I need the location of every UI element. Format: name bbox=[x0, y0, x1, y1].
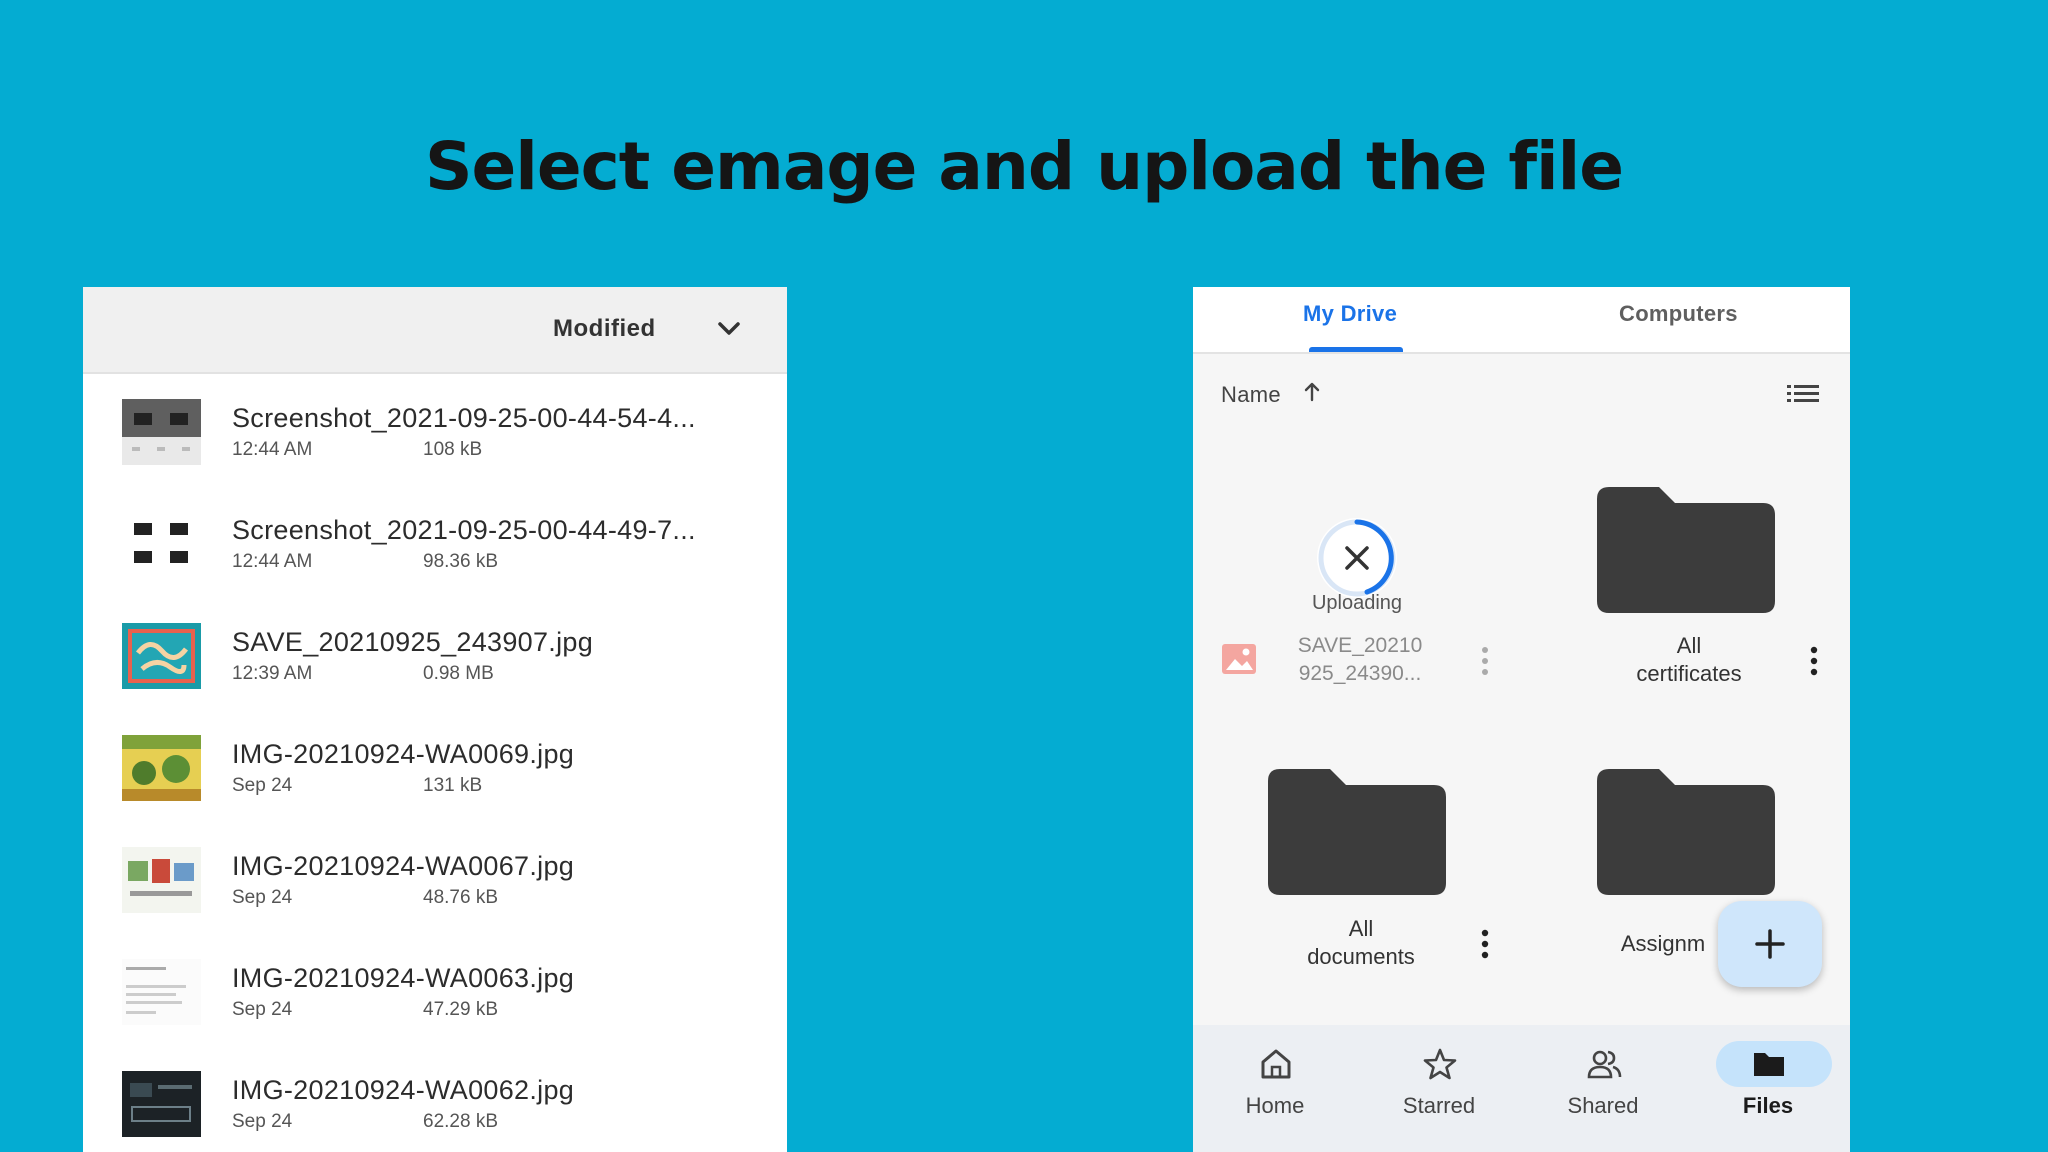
image-file-icon bbox=[1222, 644, 1256, 674]
shared-icon bbox=[1587, 1050, 1622, 1079]
file-row[interactable]: IMG-20210924-WA0062.jpg Sep 24 62.28 kB bbox=[83, 1071, 787, 1152]
file-size: 0.98 MB bbox=[423, 663, 494, 684]
nav-label: Starred bbox=[1402, 1093, 1476, 1118]
file-thumbnail bbox=[122, 847, 201, 913]
file-thumbnail bbox=[122, 735, 201, 801]
file-size: 47.29 kB bbox=[423, 999, 498, 1020]
chevron-down-icon[interactable] bbox=[713, 313, 745, 345]
file-time: Sep 24 bbox=[232, 775, 293, 796]
folder-name-line1: All bbox=[1348, 916, 1374, 941]
nav-files[interactable]: Files bbox=[1688, 1025, 1848, 1152]
file-row[interactable]: Screenshot_2021-09-25-00-44-49-7... 12:4… bbox=[83, 511, 787, 623]
file-name: IMG-20210924-WA0067.jpg bbox=[232, 851, 575, 881]
file-size: 62.28 kB bbox=[423, 1111, 498, 1132]
file-thumbnail bbox=[122, 1071, 201, 1137]
file-name: Screenshot_2021-09-25-00-44-54-4... bbox=[232, 403, 696, 433]
file-row[interactable]: IMG-20210924-WA0067.jpg Sep 24 48.76 kB bbox=[83, 847, 787, 959]
drive-panel: My Drive Computers Name Uploading SAVE_2… bbox=[1193, 287, 1850, 1152]
uploading-file-name-line2: 925_24390... bbox=[1298, 662, 1422, 685]
file-row[interactable]: Screenshot_2021-09-25-00-44-54-4... 12:4… bbox=[83, 399, 787, 511]
nav-label: Shared bbox=[1567, 1093, 1639, 1118]
file-thumbnail bbox=[122, 959, 201, 1025]
nav-home[interactable]: Home bbox=[1195, 1025, 1355, 1152]
file-time: 12:44 AM bbox=[232, 439, 313, 460]
plus-icon bbox=[1755, 929, 1785, 959]
bottom-navigation: Home Starred Shared Files bbox=[1193, 1025, 1850, 1152]
file-time: Sep 24 bbox=[232, 999, 293, 1020]
file-time: 12:44 AM bbox=[232, 551, 313, 572]
slide-title: Select emage and upload the file bbox=[424, 128, 1624, 205]
file-name: Screenshot_2021-09-25-00-44-49-7... bbox=[232, 515, 696, 545]
arrow-up-icon[interactable] bbox=[1299, 379, 1325, 405]
uploading-file-name-line1: SAVE_20210 bbox=[1297, 634, 1423, 657]
sort-row: Name bbox=[1193, 354, 1850, 434]
more-options-icon[interactable] bbox=[1478, 644, 1492, 678]
more-options-icon[interactable] bbox=[1807, 644, 1821, 678]
nav-shared[interactable]: Shared bbox=[1523, 1025, 1683, 1152]
file-size: 131 kB bbox=[423, 775, 483, 796]
new-button[interactable] bbox=[1718, 901, 1822, 987]
file-row[interactable]: SAVE_20210925_243907.jpg 12:39 AM 0.98 M… bbox=[83, 623, 787, 735]
file-size: 48.76 kB bbox=[423, 887, 498, 908]
folder-name-line2: certificates bbox=[1636, 661, 1742, 686]
list-view-icon[interactable] bbox=[1785, 379, 1821, 409]
file-size: 108 kB bbox=[423, 439, 483, 460]
folder-icon[interactable] bbox=[1597, 769, 1775, 895]
file-name: SAVE_20210925_243907.jpg bbox=[232, 627, 594, 657]
home-icon bbox=[1261, 1049, 1291, 1079]
tab-computers[interactable]: Computers bbox=[1619, 301, 1738, 327]
drive-tabs: My Drive Computers bbox=[1193, 287, 1850, 354]
folder-name-line2: documents bbox=[1307, 944, 1415, 969]
file-time: 12:39 AM bbox=[232, 663, 313, 684]
sort-dropdown-label[interactable]: Modified bbox=[553, 315, 656, 343]
picker-header: Modified bbox=[83, 287, 787, 374]
sort-by-name[interactable]: Name bbox=[1221, 382, 1281, 408]
active-tab-indicator bbox=[1309, 347, 1403, 352]
file-time: Sep 24 bbox=[232, 887, 293, 908]
folder-icon bbox=[1754, 1053, 1784, 1076]
file-name: IMG-20210924-WA0062.jpg bbox=[232, 1075, 575, 1105]
folder-name[interactable]: All certificates bbox=[1599, 632, 1779, 688]
file-thumbnail bbox=[122, 511, 201, 577]
file-size: 98.36 kB bbox=[423, 551, 498, 572]
file-picker-panel: Modified Screenshot_2021-09-25-00-44-54-… bbox=[83, 287, 787, 1152]
folder-icon[interactable] bbox=[1268, 769, 1446, 895]
tab-my-drive[interactable]: My Drive bbox=[1303, 301, 1397, 327]
uploading-file-name[interactable]: SAVE_20210 925_24390... bbox=[1285, 632, 1435, 688]
file-row[interactable]: IMG-20210924-WA0069.jpg Sep 24 131 kB bbox=[83, 735, 787, 847]
file-time: Sep 24 bbox=[232, 1111, 293, 1132]
file-thumbnail bbox=[122, 623, 201, 689]
file-name: IMG-20210924-WA0069.jpg bbox=[232, 739, 575, 769]
upload-status: Uploading bbox=[1311, 592, 1403, 614]
nav-label: Home bbox=[1245, 1093, 1305, 1118]
folder-name[interactable]: All documents bbox=[1271, 915, 1451, 971]
more-options-icon[interactable] bbox=[1478, 927, 1492, 961]
nav-starred[interactable]: Starred bbox=[1359, 1025, 1519, 1152]
star-icon bbox=[1423, 1048, 1457, 1080]
folder-name-line1: All bbox=[1676, 633, 1702, 658]
folder-icon[interactable] bbox=[1597, 487, 1775, 613]
file-thumbnail bbox=[122, 399, 201, 465]
file-name: IMG-20210924-WA0063.jpg bbox=[232, 963, 575, 993]
file-row[interactable]: IMG-20210924-WA0063.jpg Sep 24 47.29 kB bbox=[83, 959, 787, 1071]
nav-label: Files bbox=[1742, 1093, 1794, 1118]
